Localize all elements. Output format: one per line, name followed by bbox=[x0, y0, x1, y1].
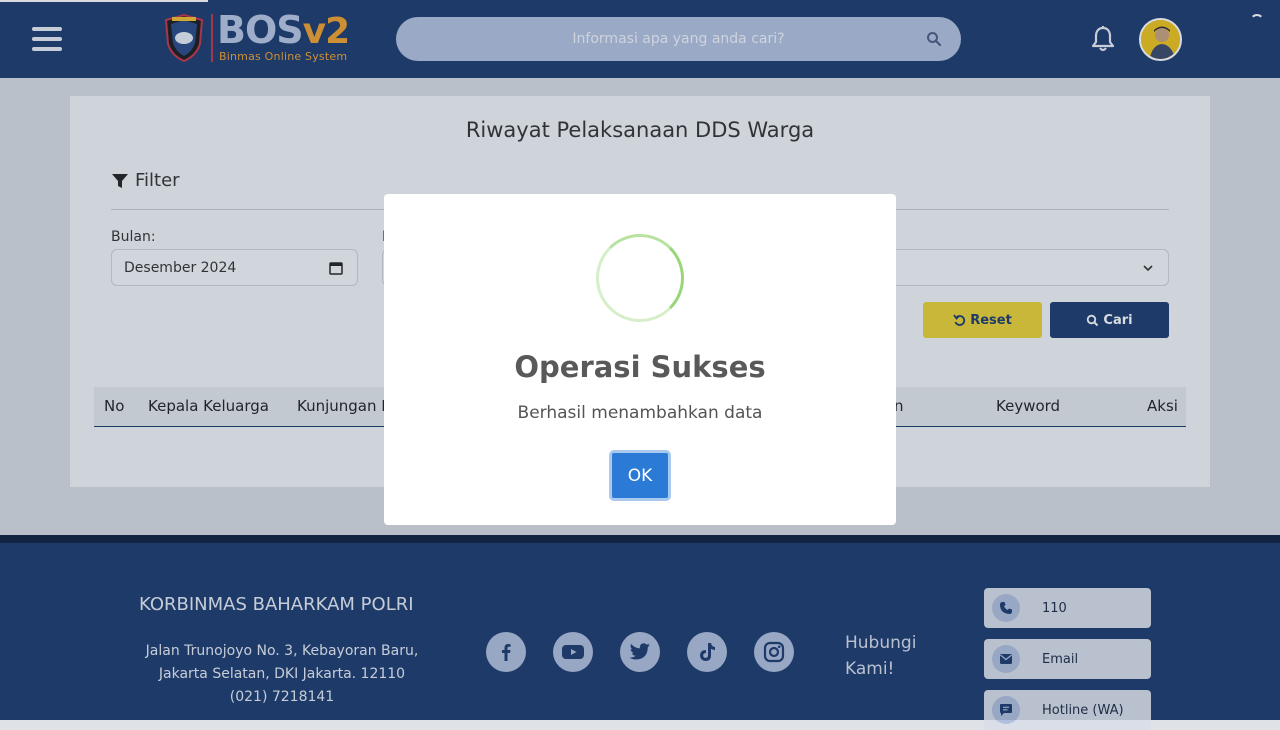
success-ring-icon bbox=[596, 234, 684, 322]
success-dialog: Operasi Sukses Berhasil menambahkan data… bbox=[384, 194, 896, 525]
dialog-message: Berhasil menambahkan data bbox=[517, 403, 763, 423]
dialog-title: Operasi Sukses bbox=[514, 350, 766, 384]
ok-button[interactable]: OK bbox=[609, 450, 671, 501]
